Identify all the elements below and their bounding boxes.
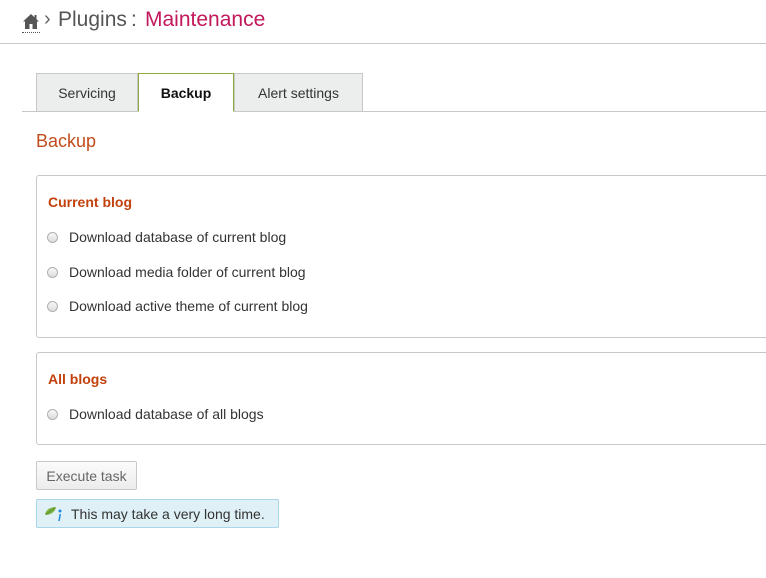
option-download-theme-current[interactable]: Download active theme of current blog — [47, 296, 308, 316]
page-title: Maintenance — [145, 8, 266, 31]
breadcrumb-separator: › — [44, 8, 51, 30]
option-label: Download active theme of current blog — [69, 298, 308, 314]
tab-servicing[interactable]: Servicing — [36, 73, 138, 111]
all-blogs-panel: All blogs Download database of all blogs — [36, 352, 766, 445]
home-link[interactable] — [22, 11, 40, 33]
section-title: Backup — [36, 131, 97, 151]
info-message: This may take a very long time. — [36, 499, 279, 528]
breadcrumb-plugins[interactable]: Plugins — [58, 8, 127, 32]
breadcrumb-colon: : — [131, 8, 137, 31]
radio-button[interactable] — [47, 408, 58, 420]
option-download-media-current[interactable]: Download media folder of current blog — [47, 262, 306, 282]
option-download-database-all[interactable]: Download database of all blogs — [47, 404, 264, 424]
current-blog-title: Current blog — [48, 194, 132, 210]
radio-button[interactable] — [47, 300, 58, 312]
option-label: Download database of current blog — [69, 229, 287, 245]
execute-task-button[interactable]: Execute task — [36, 461, 137, 490]
info-leaf-icon — [43, 504, 65, 524]
home-icon — [22, 11, 40, 31]
option-download-database-current[interactable]: Download database of current blog — [47, 227, 286, 247]
tab-alert-settings[interactable]: Alert settings — [234, 73, 363, 111]
tab-backup[interactable]: Backup — [138, 73, 234, 112]
option-label: Download database of all blogs — [69, 406, 264, 422]
radio-button[interactable] — [47, 231, 58, 243]
info-text: This may take a very long time. — [71, 505, 265, 522]
option-label: Download media folder of current blog — [69, 264, 306, 280]
all-blogs-title: All blogs — [48, 371, 108, 387]
radio-button[interactable] — [47, 266, 58, 278]
current-blog-panel: Current blog Download database of curren… — [36, 175, 766, 338]
tab-bar: Servicing Backup Alert settings — [22, 73, 766, 112]
page-header: › Plugins : Maintenance — [0, 0, 766, 44]
